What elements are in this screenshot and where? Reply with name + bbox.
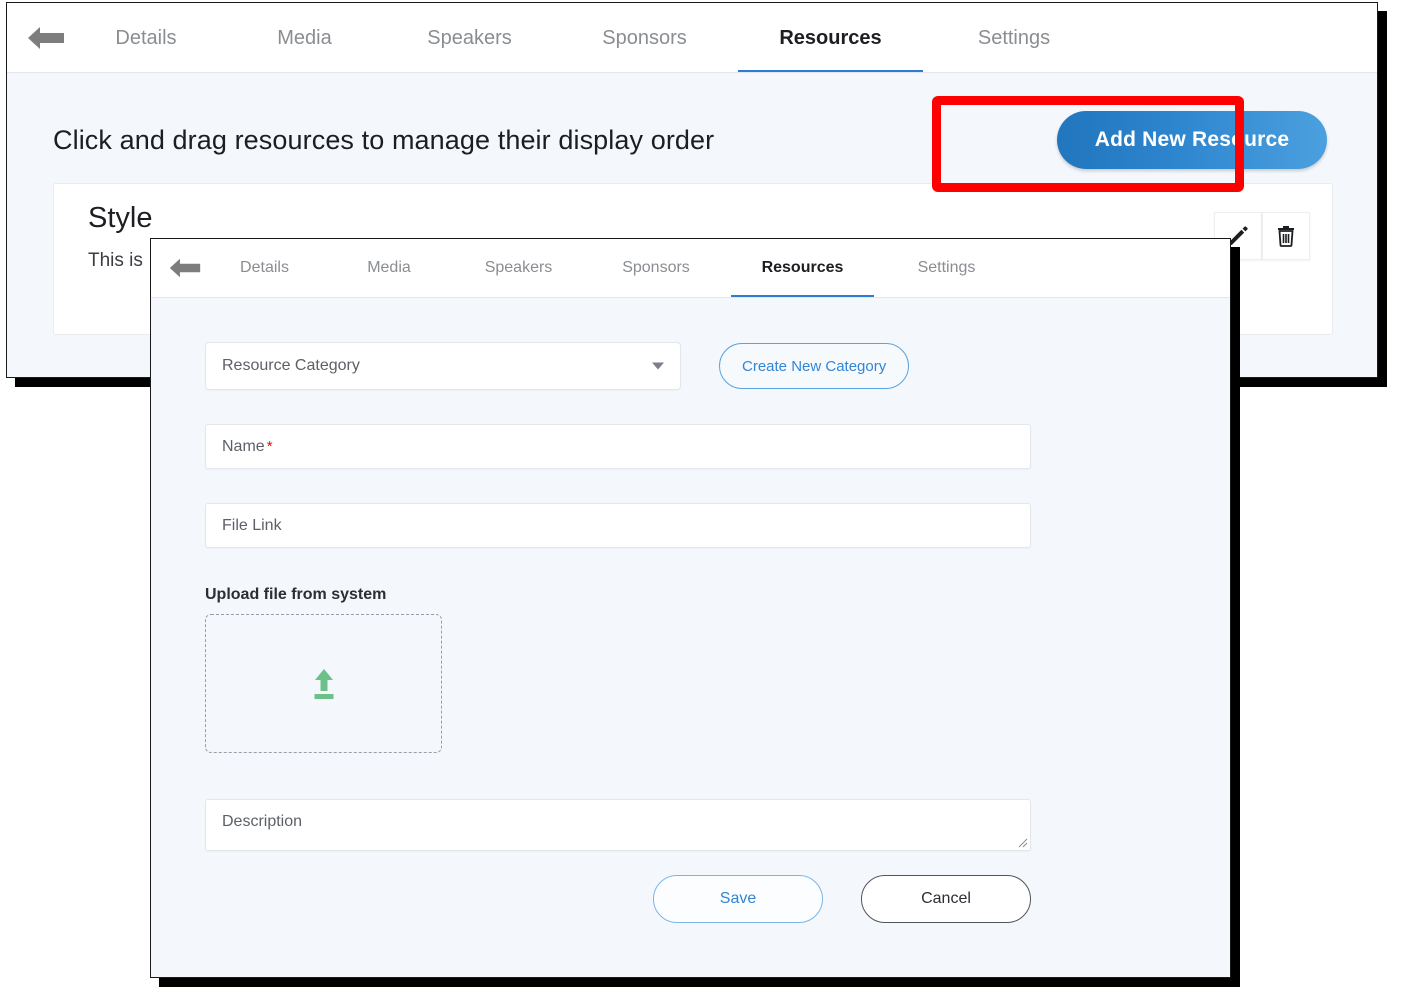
modal-tabs: Details Media Speakers Sponsors Resource…	[201, 239, 1013, 297]
cancel-button[interactable]: Cancel	[861, 875, 1031, 923]
tab-label: Sponsors	[602, 27, 687, 49]
tab-label: Details	[240, 259, 289, 276]
tab-label: Media	[367, 259, 411, 276]
tab-media[interactable]: Media	[227, 3, 382, 72]
tab-label: Speakers	[427, 27, 512, 49]
modal-tab-speakers[interactable]: Speakers	[450, 239, 587, 297]
modal-tab-resources[interactable]: Resources	[725, 239, 880, 297]
upload-arrow-icon	[310, 667, 338, 701]
tab-resources[interactable]: Resources	[732, 3, 929, 72]
modal-tabbar: Details Media Speakers Sponsors Resource…	[151, 239, 1230, 298]
tab-settings[interactable]: Settings	[929, 3, 1099, 72]
resource-description: This is	[88, 250, 143, 272]
name-field[interactable]: Name *	[205, 424, 1031, 469]
tab-label: Resources	[762, 259, 844, 276]
tab-label: Settings	[918, 259, 976, 276]
modal-tab-sponsors[interactable]: Sponsors	[587, 239, 725, 297]
background-tabs: Details Media Speakers Sponsors Resource…	[65, 3, 1099, 72]
file-upload-dropzone[interactable]	[205, 614, 442, 753]
page-headline: Click and drag resources to manage their…	[53, 125, 714, 156]
headline-row: Click and drag resources to manage their…	[7, 73, 1377, 177]
screenshot-root: Details Media Speakers Sponsors Resource…	[0, 0, 1404, 1007]
trash-icon	[1274, 224, 1298, 248]
modal-tab-media[interactable]: Media	[328, 239, 450, 297]
resize-grip-icon[interactable]	[1016, 836, 1028, 848]
category-row: Resource Category Create New Category	[205, 342, 1180, 390]
back-arrow-icon[interactable]	[169, 257, 201, 279]
resource-category-placeholder: Resource Category	[222, 357, 360, 375]
resource-category-select[interactable]: Resource Category	[205, 342, 681, 390]
tab-sponsors[interactable]: Sponsors	[557, 3, 732, 72]
create-new-category-button[interactable]: Create New Category	[719, 343, 909, 389]
delete-resource-button[interactable]	[1262, 212, 1310, 260]
chevron-down-icon	[652, 363, 664, 370]
name-field-placeholder: Name	[222, 438, 265, 456]
upload-section-label: Upload file from system	[205, 586, 1180, 604]
modal-form: Resource Category Create New Category Na…	[151, 298, 1230, 977]
background-tabbar: Details Media Speakers Sponsors Resource…	[7, 3, 1377, 73]
tab-label: Speakers	[485, 259, 553, 276]
save-button[interactable]: Save	[653, 875, 823, 923]
tab-label: Details	[115, 27, 176, 49]
tab-details[interactable]: Details	[65, 3, 227, 72]
modal-tab-settings[interactable]: Settings	[880, 239, 1013, 297]
resource-title: Style	[88, 202, 152, 235]
description-placeholder: Description	[222, 813, 302, 830]
file-link-field[interactable]: File Link	[205, 503, 1031, 548]
tab-label: Settings	[978, 27, 1050, 49]
add-new-resource-button[interactable]: Add New Resource	[1057, 111, 1327, 169]
add-new-resource-wrap: Add New Resource	[1053, 103, 1331, 177]
add-resource-modal: Details Media Speakers Sponsors Resource…	[150, 238, 1231, 978]
tab-label: Media	[277, 27, 331, 49]
modal-tab-details[interactable]: Details	[201, 239, 328, 297]
tab-label: Sponsors	[622, 259, 690, 276]
modal-footer: Save Cancel	[205, 875, 1031, 923]
file-link-placeholder: File Link	[222, 517, 282, 535]
tab-label: Resources	[779, 27, 881, 49]
tab-speakers[interactable]: Speakers	[382, 3, 557, 72]
description-field[interactable]: Description	[205, 799, 1031, 851]
back-arrow-icon[interactable]	[27, 25, 65, 51]
required-asterisk: *	[267, 438, 273, 455]
